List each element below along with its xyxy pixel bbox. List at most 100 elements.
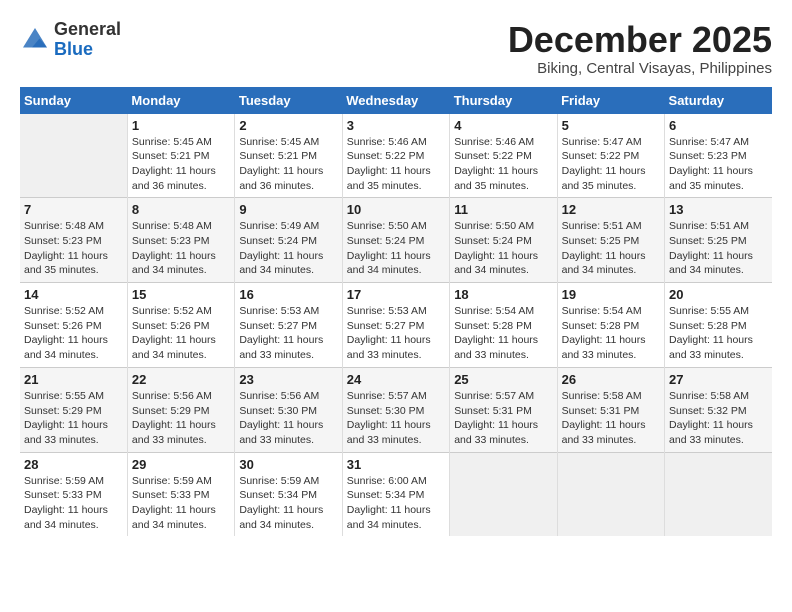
day-info: Sunrise: 5:45 AMSunset: 5:21 PMDaylight:… [132,135,230,194]
calendar-cell: 10 Sunrise: 5:50 AMSunset: 5:24 PMDayligh… [342,198,449,283]
calendar-week-row: 14Sunrise: 5:52 AMSunset: 5:26 PMDayligh… [20,283,772,368]
day-number: 13 [669,202,768,217]
day-info: Sunrise: 5:49 AMSunset: 5:24 PMDaylight:… [239,219,337,278]
day-info: Sunrise: 5:56 AMSunset: 5:30 PMDaylight:… [239,389,337,448]
day-number: 16 [239,287,337,302]
day-number: 7 [24,202,123,217]
day-info: Sunrise: 5:51 AMSunset: 5:25 PMDaylight:… [562,219,660,278]
calendar-cell [665,452,772,536]
month-title: December 2025 [508,20,772,60]
calendar-cell: 29 Sunrise: 5:59 AMSunset: 5:33 PMDayligh… [127,452,234,536]
day-info: Sunrise: 5:53 AMSunset: 5:27 PMDaylight:… [347,304,445,363]
calendar-week-row: 7 Sunrise: 5:48 AMSunset: 5:23 PMDaylight… [20,198,772,283]
day-info: Sunrise: 5:56 AMSunset: 5:29 PMDaylight:… [132,389,230,448]
day-info: Sunrise: 5:48 AMSunset: 5:23 PMDaylight:… [132,219,230,278]
day-number: 28 [24,457,123,472]
day-number: 18 [454,287,552,302]
day-info: Sunrise: 5:52 AMSunset: 5:26 PMDaylight:… [24,304,123,363]
calendar-week-row: 21 Sunrise: 5:55 AMSunset: 5:29 PMDayligh… [20,367,772,452]
page-header: General Blue December 2025 Biking, Centr… [20,20,772,77]
calendar-cell: 8 Sunrise: 5:48 AMSunset: 5:23 PMDaylight… [127,198,234,283]
weekday-header-wednesday: Wednesday [342,87,449,114]
calendar-cell: 18 Sunrise: 5:54 AMSunset: 5:28 PMDayligh… [450,283,557,368]
day-number: 5 [562,118,660,133]
calendar-cell: 30 Sunrise: 5:59 AMSunset: 5:34 PMDayligh… [235,452,342,536]
day-number: 29 [132,457,230,472]
day-number: 1 [132,118,230,133]
day-number: 10 [347,202,445,217]
calendar-cell: 14Sunrise: 5:52 AMSunset: 5:26 PMDayligh… [20,283,127,368]
logo-general-text: General [54,20,121,40]
calendar-week-row: 28 Sunrise: 5:59 AMSunset: 5:33 PMDayligh… [20,452,772,536]
day-info: Sunrise: 5:52 AMSunset: 5:26 PMDaylight:… [132,304,230,363]
weekday-header-sunday: Sunday [20,87,127,114]
calendar-cell: 24 Sunrise: 5:57 AMSunset: 5:30 PMDayligh… [342,367,449,452]
calendar-cell: 23Sunrise: 5:56 AMSunset: 5:30 PMDayligh… [235,367,342,452]
day-number: 8 [132,202,230,217]
day-number: 19 [562,287,660,302]
day-info: Sunrise: 5:51 AMSunset: 5:25 PMDaylight:… [669,219,768,278]
title-block: December 2025 Biking, Central Visayas, P… [508,20,772,77]
day-number: 21 [24,372,123,387]
weekday-header-saturday: Saturday [665,87,772,114]
day-info: Sunrise: 5:50 AMSunset: 5:24 PMDaylight:… [347,219,445,278]
calendar-cell [450,452,557,536]
calendar-cell: 26 Sunrise: 5:58 AMSunset: 5:31 PMDayligh… [557,367,664,452]
calendar-cell: 4Sunrise: 5:46 AMSunset: 5:22 PMDaylight… [450,114,557,198]
day-info: Sunrise: 5:47 AMSunset: 5:22 PMDaylight:… [562,135,660,194]
day-info: Sunrise: 5:50 AMSunset: 5:24 PMDaylight:… [454,219,552,278]
day-number: 24 [347,372,445,387]
day-number: 30 [239,457,337,472]
calendar-cell: 31Sunrise: 6:00 AMSunset: 5:34 PMDayligh… [342,452,449,536]
day-info: Sunrise: 5:57 AMSunset: 5:30 PMDaylight:… [347,389,445,448]
calendar-table: SundayMondayTuesdayWednesdayThursdayFrid… [20,87,772,537]
calendar-cell: 20 Sunrise: 5:55 AMSunset: 5:28 PMDayligh… [665,283,772,368]
day-number: 15 [132,287,230,302]
day-number: 26 [562,372,660,387]
calendar-cell: 6 Sunrise: 5:47 AMSunset: 5:23 PMDaylight… [665,114,772,198]
day-info: Sunrise: 5:59 AMSunset: 5:33 PMDaylight:… [132,474,230,533]
day-number: 22 [132,372,230,387]
day-number: 12 [562,202,660,217]
calendar-cell: 1 Sunrise: 5:45 AMSunset: 5:21 PMDaylight… [127,114,234,198]
calendar-cell: 28 Sunrise: 5:59 AMSunset: 5:33 PMDayligh… [20,452,127,536]
calendar-cell: 15 Sunrise: 5:52 AMSunset: 5:26 PMDayligh… [127,283,234,368]
day-info: Sunrise: 5:46 AMSunset: 5:22 PMDaylight:… [454,135,552,194]
day-number: 2 [239,118,337,133]
day-info: Sunrise: 5:57 AMSunset: 5:31 PMDaylight:… [454,389,552,448]
day-number: 31 [347,457,445,472]
day-info: Sunrise: 5:58 AMSunset: 5:32 PMDaylight:… [669,389,768,448]
day-info: Sunrise: 5:59 AMSunset: 5:34 PMDaylight:… [239,474,337,533]
calendar-cell: 19Sunrise: 5:54 AMSunset: 5:28 PMDayligh… [557,283,664,368]
day-number: 20 [669,287,768,302]
day-number: 9 [239,202,337,217]
calendar-cell: 11 Sunrise: 5:50 AMSunset: 5:24 PMDayligh… [450,198,557,283]
calendar-cell [20,114,127,198]
calendar-cell: 7 Sunrise: 5:48 AMSunset: 5:23 PMDaylight… [20,198,127,283]
calendar-cell: 2 Sunrise: 5:45 AMSunset: 5:21 PMDaylight… [235,114,342,198]
weekday-header-thursday: Thursday [450,87,557,114]
day-info: Sunrise: 5:54 AMSunset: 5:28 PMDaylight:… [454,304,552,363]
calendar-week-row: 1 Sunrise: 5:45 AMSunset: 5:21 PMDaylight… [20,114,772,198]
day-info: Sunrise: 5:53 AMSunset: 5:27 PMDaylight:… [239,304,337,363]
day-info: Sunrise: 5:55 AMSunset: 5:29 PMDaylight:… [24,389,123,448]
calendar-cell: 17Sunrise: 5:53 AMSunset: 5:27 PMDayligh… [342,283,449,368]
calendar-cell: 12 Sunrise: 5:51 AMSunset: 5:25 PMDayligh… [557,198,664,283]
day-number: 11 [454,202,552,217]
day-info: Sunrise: 5:55 AMSunset: 5:28 PMDaylight:… [669,304,768,363]
day-info: Sunrise: 5:47 AMSunset: 5:23 PMDaylight:… [669,135,768,194]
day-number: 3 [347,118,445,133]
day-info: Sunrise: 5:59 AMSunset: 5:33 PMDaylight:… [24,474,123,533]
day-info: Sunrise: 5:48 AMSunset: 5:23 PMDaylight:… [24,219,123,278]
day-info: Sunrise: 5:45 AMSunset: 5:21 PMDaylight:… [239,135,337,194]
logo-blue-text: Blue [54,40,121,60]
calendar-cell: 22 Sunrise: 5:56 AMSunset: 5:29 PMDayligh… [127,367,234,452]
calendar-cell: 16 Sunrise: 5:53 AMSunset: 5:27 PMDayligh… [235,283,342,368]
calendar-cell [557,452,664,536]
calendar-cell: 21 Sunrise: 5:55 AMSunset: 5:29 PMDayligh… [20,367,127,452]
calendar-cell: 13 Sunrise: 5:51 AMSunset: 5:25 PMDayligh… [665,198,772,283]
day-info: Sunrise: 5:58 AMSunset: 5:31 PMDaylight:… [562,389,660,448]
day-number: 6 [669,118,768,133]
calendar-cell: 25Sunrise: 5:57 AMSunset: 5:31 PMDayligh… [450,367,557,452]
weekday-header-monday: Monday [127,87,234,114]
